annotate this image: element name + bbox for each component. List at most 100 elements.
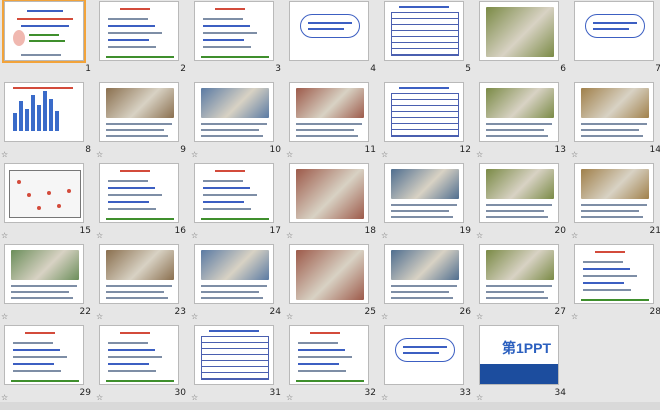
slide-thumbnail[interactable] [574,1,654,61]
slide-transition-icon[interactable]: ☆ [571,313,578,321]
text-line [581,204,647,206]
slide-thumbnail[interactable] [99,244,179,304]
slide-transition-icon[interactable]: ☆ [381,232,388,240]
slide-thumbnail-cell[interactable]: 第1PPT 34 ☆ [475,324,570,405]
slide-transition-icon[interactable]: ☆ [286,394,293,402]
slide-thumbnail-cell[interactable]: 32 ☆ [285,324,380,405]
slide-thumbnail[interactable] [194,1,274,61]
slide-thumbnail-cell[interactable]: 1 [0,0,95,81]
slide-thumbnail-cell[interactable]: 21 ☆ [570,162,660,243]
slide-transition-icon[interactable]: ☆ [286,313,293,321]
slide-thumbnail-cell[interactable]: 5 [380,0,475,81]
slide-thumbnail[interactable] [289,1,369,61]
slide-thumbnail-cell[interactable]: 13 ☆ [475,81,570,162]
slide-thumbnail[interactable] [479,1,559,61]
slide-thumbnail-cell[interactable]: 17 ☆ [190,162,285,243]
slide-thumbnail[interactable] [384,325,464,385]
slide-transition-icon[interactable]: ☆ [96,151,103,159]
slide-transition-icon[interactable]: ☆ [1,394,8,402]
slide-thumbnail-cell[interactable]: 15 ☆ [0,162,95,243]
slide-thumbnail-cell[interactable]: 28 ☆ [570,243,660,324]
slide-transition-icon[interactable]: ☆ [571,232,578,240]
slide-thumbnail[interactable] [289,244,369,304]
slide-thumbnail[interactable] [479,82,559,142]
slide-transition-icon[interactable]: ☆ [191,313,198,321]
slide-transition-icon[interactable]: ☆ [96,313,103,321]
slide-thumbnail[interactable] [574,244,654,304]
slide-thumbnail-cell[interactable]: 20 ☆ [475,162,570,243]
slide-thumbnail[interactable] [4,82,84,142]
slide-thumbnail[interactable] [4,244,84,304]
slide-thumbnail[interactable] [99,1,179,61]
slide-thumbnail-cell[interactable]: 18 ☆ [285,162,380,243]
slide-thumbnail[interactable] [574,163,654,223]
slide-thumbnail-cell[interactable]: 29 ☆ [0,324,95,405]
slide-thumbnail[interactable] [194,82,274,142]
slide-thumbnail-cell[interactable]: 14 ☆ [570,81,660,162]
slide-transition-icon[interactable]: ☆ [1,313,8,321]
slide-transition-icon[interactable]: ☆ [191,151,198,159]
slide-transition-icon[interactable]: ☆ [96,232,103,240]
slide-thumbnail-cell[interactable]: 26 ☆ [380,243,475,324]
slide-thumbnail[interactable] [289,163,369,223]
slide-transition-icon[interactable]: ☆ [476,151,483,159]
slide-transition-icon[interactable]: ☆ [571,151,578,159]
slide-thumbnail-cell[interactable]: 4 [285,0,380,81]
slide-thumbnail-cell[interactable]: 16 ☆ [95,162,190,243]
slide-transition-icon[interactable]: ☆ [1,151,8,159]
slide-thumbnail-cell[interactable]: 9 ☆ [95,81,190,162]
slide-thumbnail-cell[interactable]: 7 [570,0,660,81]
slide-thumbnail-cell[interactable]: 11 ☆ [285,81,380,162]
slide-thumbnail-cell[interactable]: 27 ☆ [475,243,570,324]
slide-thumbnail[interactable] [194,163,274,223]
slide-thumbnail[interactable] [384,163,464,223]
slide-thumbnail-cell[interactable]: 19 ☆ [380,162,475,243]
slide-transition-icon[interactable]: ☆ [1,232,8,240]
text-line [581,135,643,137]
slide-transition-icon[interactable]: ☆ [476,232,483,240]
slide-transition-icon[interactable]: ☆ [381,313,388,321]
slide-transition-icon[interactable]: ☆ [286,151,293,159]
slide-thumbnail[interactable] [4,163,84,223]
text-line [203,208,251,210]
slide-thumbnail[interactable] [384,244,464,304]
slide-thumbnail[interactable] [99,163,179,223]
slide-thumbnail[interactable] [194,325,274,385]
horizontal-scrollbar[interactable] [0,402,660,410]
slide-thumbnail[interactable] [384,82,464,142]
slide-thumbnail-cell[interactable]: 3 [190,0,285,81]
slide-transition-icon[interactable]: ☆ [476,313,483,321]
slide-thumbnail-cell[interactable]: 10 ☆ [190,81,285,162]
slide-thumbnail-cell[interactable]: 12 ☆ [380,81,475,162]
slide-transition-icon[interactable]: ☆ [476,394,483,402]
slide-thumbnail[interactable] [2,0,86,63]
slide-thumbnail[interactable] [99,82,179,142]
slide-thumbnail-cell[interactable]: 8 ☆ [0,81,95,162]
slide-thumbnail[interactable] [194,244,274,304]
slide-thumbnail[interactable] [479,163,559,223]
slide-thumbnail-cell[interactable]: 30 ☆ [95,324,190,405]
slide-thumbnail[interactable] [479,244,559,304]
slide-transition-icon[interactable]: ☆ [381,394,388,402]
slide-thumbnail-cell[interactable]: 24 ☆ [190,243,285,324]
slide-thumbnail-cell[interactable]: 2 [95,0,190,81]
slide-thumbnail[interactable] [4,325,84,385]
slide-thumbnail-cell[interactable]: 6 [475,0,570,81]
slide-thumbnail[interactable] [289,82,369,142]
slide-thumbnail-cell[interactable]: 22 ☆ [0,243,95,324]
slide-thumbnail-cell[interactable]: 23 ☆ [95,243,190,324]
slide-transition-icon[interactable]: ☆ [286,232,293,240]
slide-transition-icon[interactable]: ☆ [381,151,388,159]
slide-thumbnail-cell[interactable]: 31 ☆ [190,324,285,405]
slide-thumbnail[interactable] [289,325,369,385]
slide-thumbnail[interactable]: 第1PPT [479,325,559,385]
slide-thumbnail[interactable] [574,82,654,142]
slide-thumbnail[interactable] [384,1,464,61]
slide-transition-icon[interactable]: ☆ [191,394,198,402]
slide-transition-icon[interactable]: ☆ [191,232,198,240]
slide-thumbnail-cell[interactable]: 33 ☆ [380,324,475,405]
slide-thumbnail-cell[interactable]: 25 ☆ [285,243,380,324]
text-line [581,299,649,301]
slide-transition-icon[interactable]: ☆ [96,394,103,402]
slide-thumbnail[interactable] [99,325,179,385]
